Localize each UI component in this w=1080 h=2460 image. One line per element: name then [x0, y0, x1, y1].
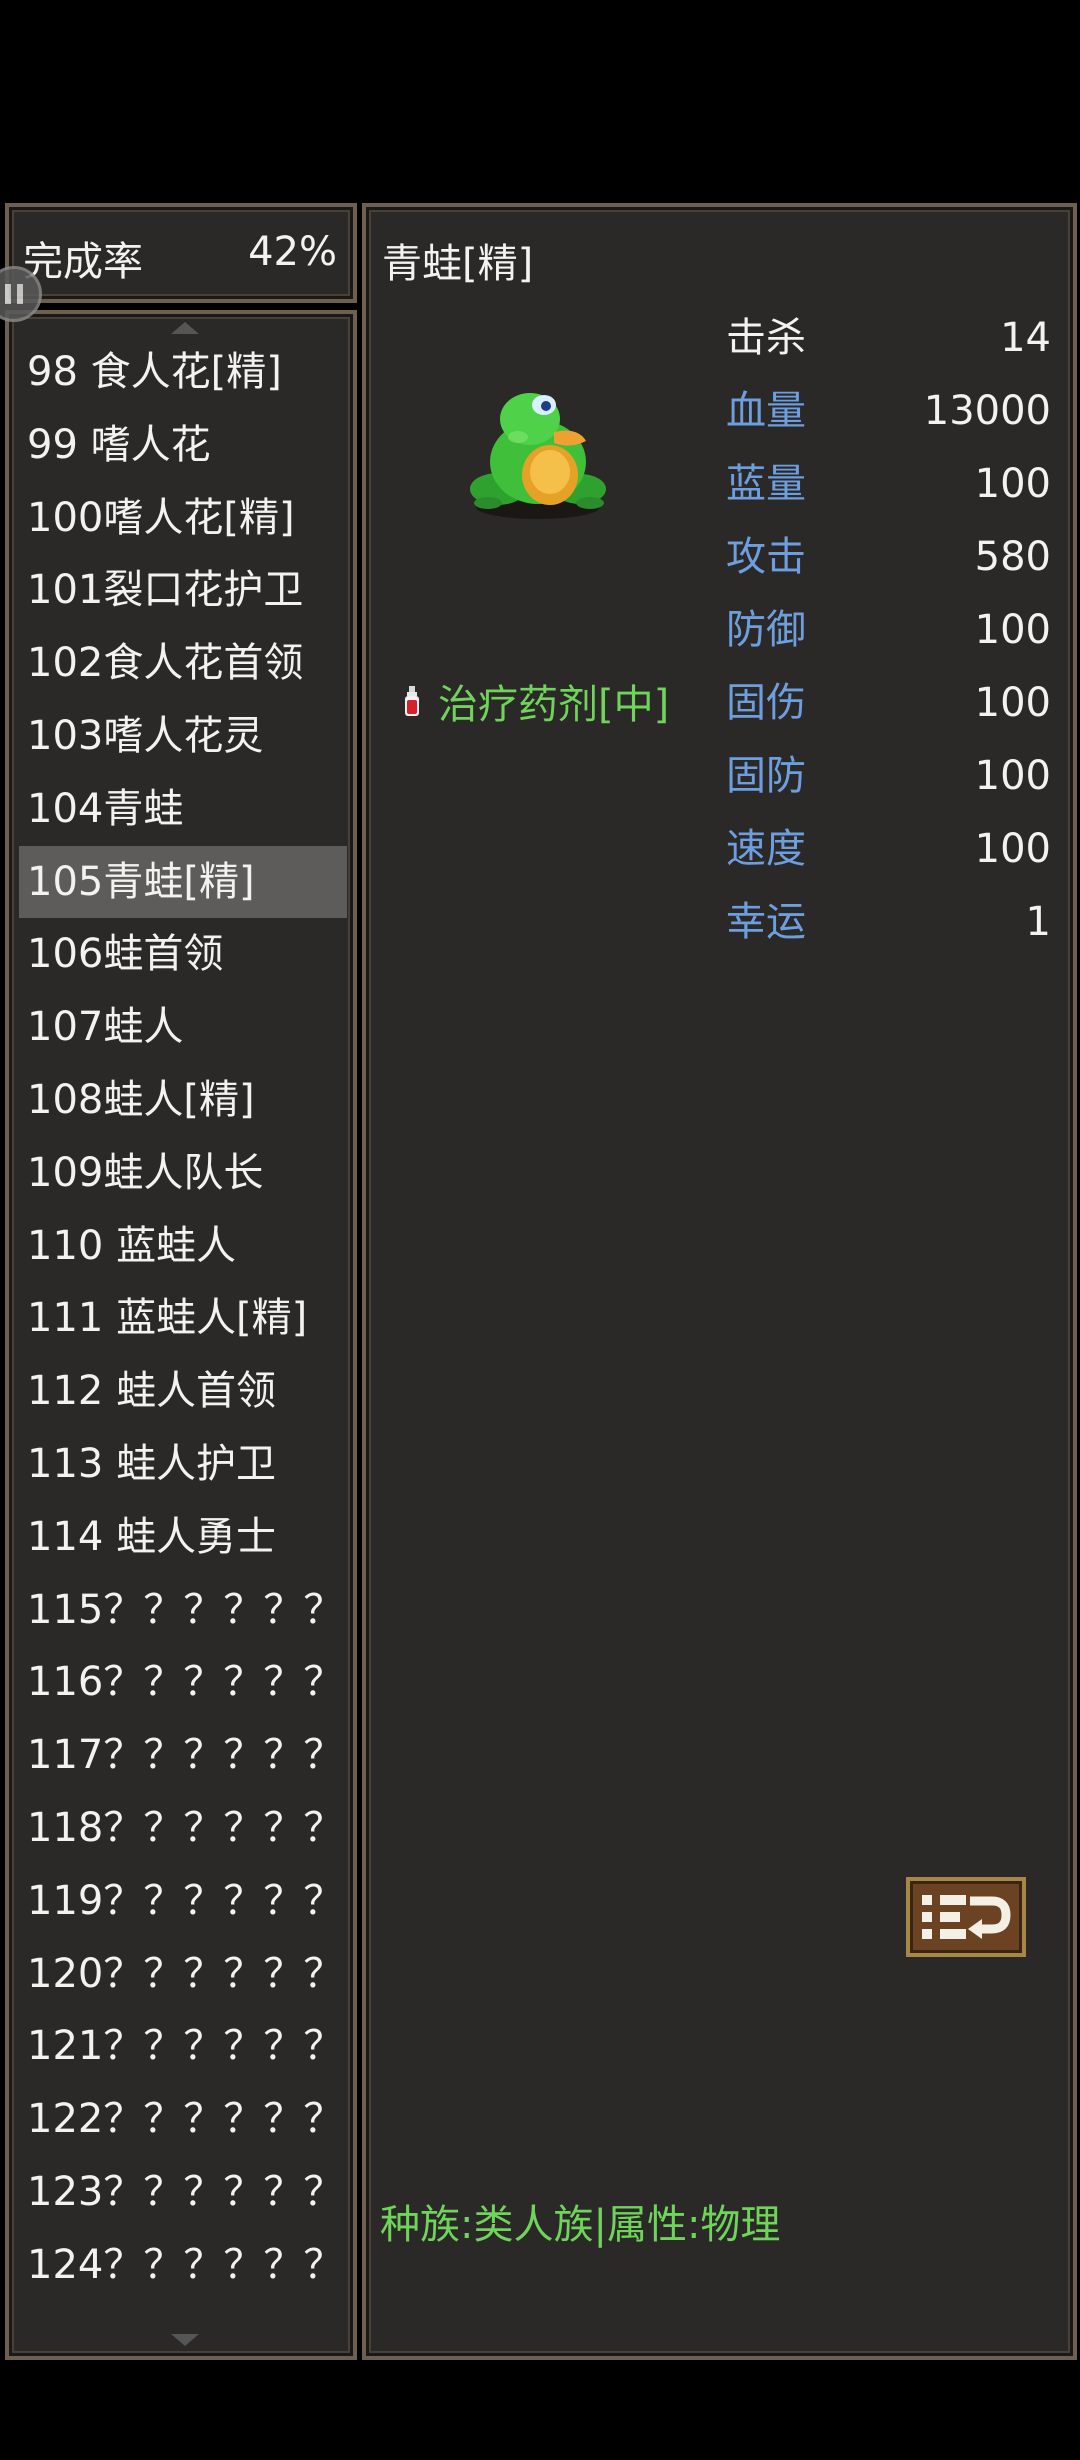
stats-table: 击杀 14 血量 13000 蓝量 100 攻击 580 防御 100 固伤 100 固防 100 速度 10…: [726, 302, 1051, 959]
monster-list-item[interactable]: 103嗜人花灵: [19, 700, 347, 773]
monster-list-item[interactable]: 107蛙人: [19, 991, 347, 1064]
stat-value: 1: [1025, 899, 1051, 945]
stat-value: 100: [974, 680, 1051, 726]
stat-value: 14: [1000, 315, 1051, 361]
stat-row: 击杀 14: [726, 302, 1051, 375]
scroll-down-arrow-icon[interactable]: [171, 2334, 199, 2346]
stat-label: 击杀: [726, 315, 806, 361]
stat-value: 100: [974, 753, 1051, 799]
stat-label: 蓝量: [726, 461, 806, 507]
stat-row: 攻击 580: [726, 521, 1051, 594]
stat-value: 100: [974, 461, 1051, 507]
monster-list-item[interactable]: 111 蓝蛙人[精]: [19, 1282, 347, 1355]
completion-label: 完成率: [23, 239, 143, 285]
monster-list-item[interactable]: 102食人花首领: [19, 627, 347, 700]
stat-row: 血量 13000: [726, 375, 1051, 448]
stat-row: 固防 100: [726, 740, 1051, 813]
monster-list-item[interactable]: 112 蛙人首领: [19, 1355, 347, 1428]
monster-name: 青蛙[精]: [382, 241, 534, 287]
monster-list-item[interactable]: 106蛙首领: [19, 918, 347, 991]
swap-icon: [922, 1895, 1011, 1939]
monster-list-item[interactable]: 114 蛙人勇士: [19, 1501, 347, 1574]
stat-label: 防御: [726, 607, 806, 653]
monster-list-item[interactable]: 104青蛙: [19, 773, 347, 846]
monster-list-item[interactable]: 113 蛙人护卫: [19, 1428, 347, 1501]
stat-label: 血量: [726, 388, 806, 434]
monster-list-item[interactable]: 121？？？？？？: [19, 2010, 347, 2083]
scroll-up-arrow-icon[interactable]: [171, 322, 199, 334]
stat-label: 速度: [726, 826, 806, 872]
stat-value: 100: [974, 607, 1051, 653]
monster-list-item[interactable]: 99 嗜人花: [19, 409, 347, 482]
monster-list-item[interactable]: 109蛙人队长: [19, 1137, 347, 1210]
monster-list-item[interactable]: 120？？？？？？: [19, 1938, 347, 2011]
stat-value: 100: [974, 826, 1051, 872]
monster-list-item[interactable]: 117？？？？？？: [19, 1719, 347, 1792]
monster-list-item[interactable]: 100嗜人花[精]: [19, 482, 347, 555]
monster-list-item[interactable]: 110 蓝蛙人: [19, 1210, 347, 1283]
stat-label: 幸运: [726, 899, 806, 945]
stat-value: 580: [974, 534, 1051, 580]
monster-list-item[interactable]: 108蛙人[精]: [19, 1064, 347, 1137]
monster-list-item[interactable]: 116？？？？？？: [19, 1646, 347, 1719]
monster-list-item[interactable]: 123？？？？？？: [19, 2156, 347, 2229]
stat-label: 攻击: [726, 534, 806, 580]
stat-row: 速度 100: [726, 813, 1051, 886]
monster-detail-panel: 青蛙[精] 治疗药剂[中] 击杀 14 血量 13000 蓝量 100 攻击 580 防御 100…: [362, 203, 1077, 2360]
potion-icon: [405, 686, 419, 716]
monster-list[interactable]: 98 食人花[精] 99 嗜人花 100嗜人花[精] 101裂口花护卫 102食人花首领…: [19, 336, 347, 2302]
drop-item-label: 治疗药剂[中]: [438, 682, 670, 728]
stat-row: 幸运 1: [726, 886, 1051, 959]
monster-list-item[interactable]: 124？？？？？？: [19, 2229, 347, 2302]
stat-value: 13000: [923, 388, 1051, 434]
stat-row: 固伤 100: [726, 667, 1051, 740]
swap-button[interactable]: [906, 1877, 1026, 1957]
completion-value: 42%: [248, 229, 337, 275]
stat-label: 固防: [726, 753, 806, 799]
drop-item: 治疗药剂[中]: [404, 672, 669, 730]
completion-panel: 完成率 42%: [5, 203, 357, 303]
monster-list-panel[interactable]: 98 食人花[精] 99 嗜人花 100嗜人花[精] 101裂口花护卫 102食人花首领…: [5, 310, 357, 2360]
monster-list-item[interactable]: 105青蛙[精]: [19, 845, 347, 919]
stat-row: 防御 100: [726, 594, 1051, 667]
monster-list-item[interactable]: 115？？？？？？: [19, 1574, 347, 1647]
race-attribute-info: 种族:类人族|属性:物理: [380, 2202, 781, 2248]
monster-list-item[interactable]: 118？？？？？？: [19, 1792, 347, 1865]
stat-row: 蓝量 100: [726, 448, 1051, 521]
monster-list-item[interactable]: 101裂口花护卫: [19, 554, 347, 627]
stat-label: 固伤: [726, 680, 806, 726]
monster-list-item[interactable]: 122？？？？？？: [19, 2083, 347, 2156]
monster-list-item[interactable]: 119？？？？？？: [19, 1865, 347, 1938]
frog-sprite: [470, 393, 606, 519]
monster-list-item[interactable]: 98 食人花[精]: [19, 336, 347, 409]
